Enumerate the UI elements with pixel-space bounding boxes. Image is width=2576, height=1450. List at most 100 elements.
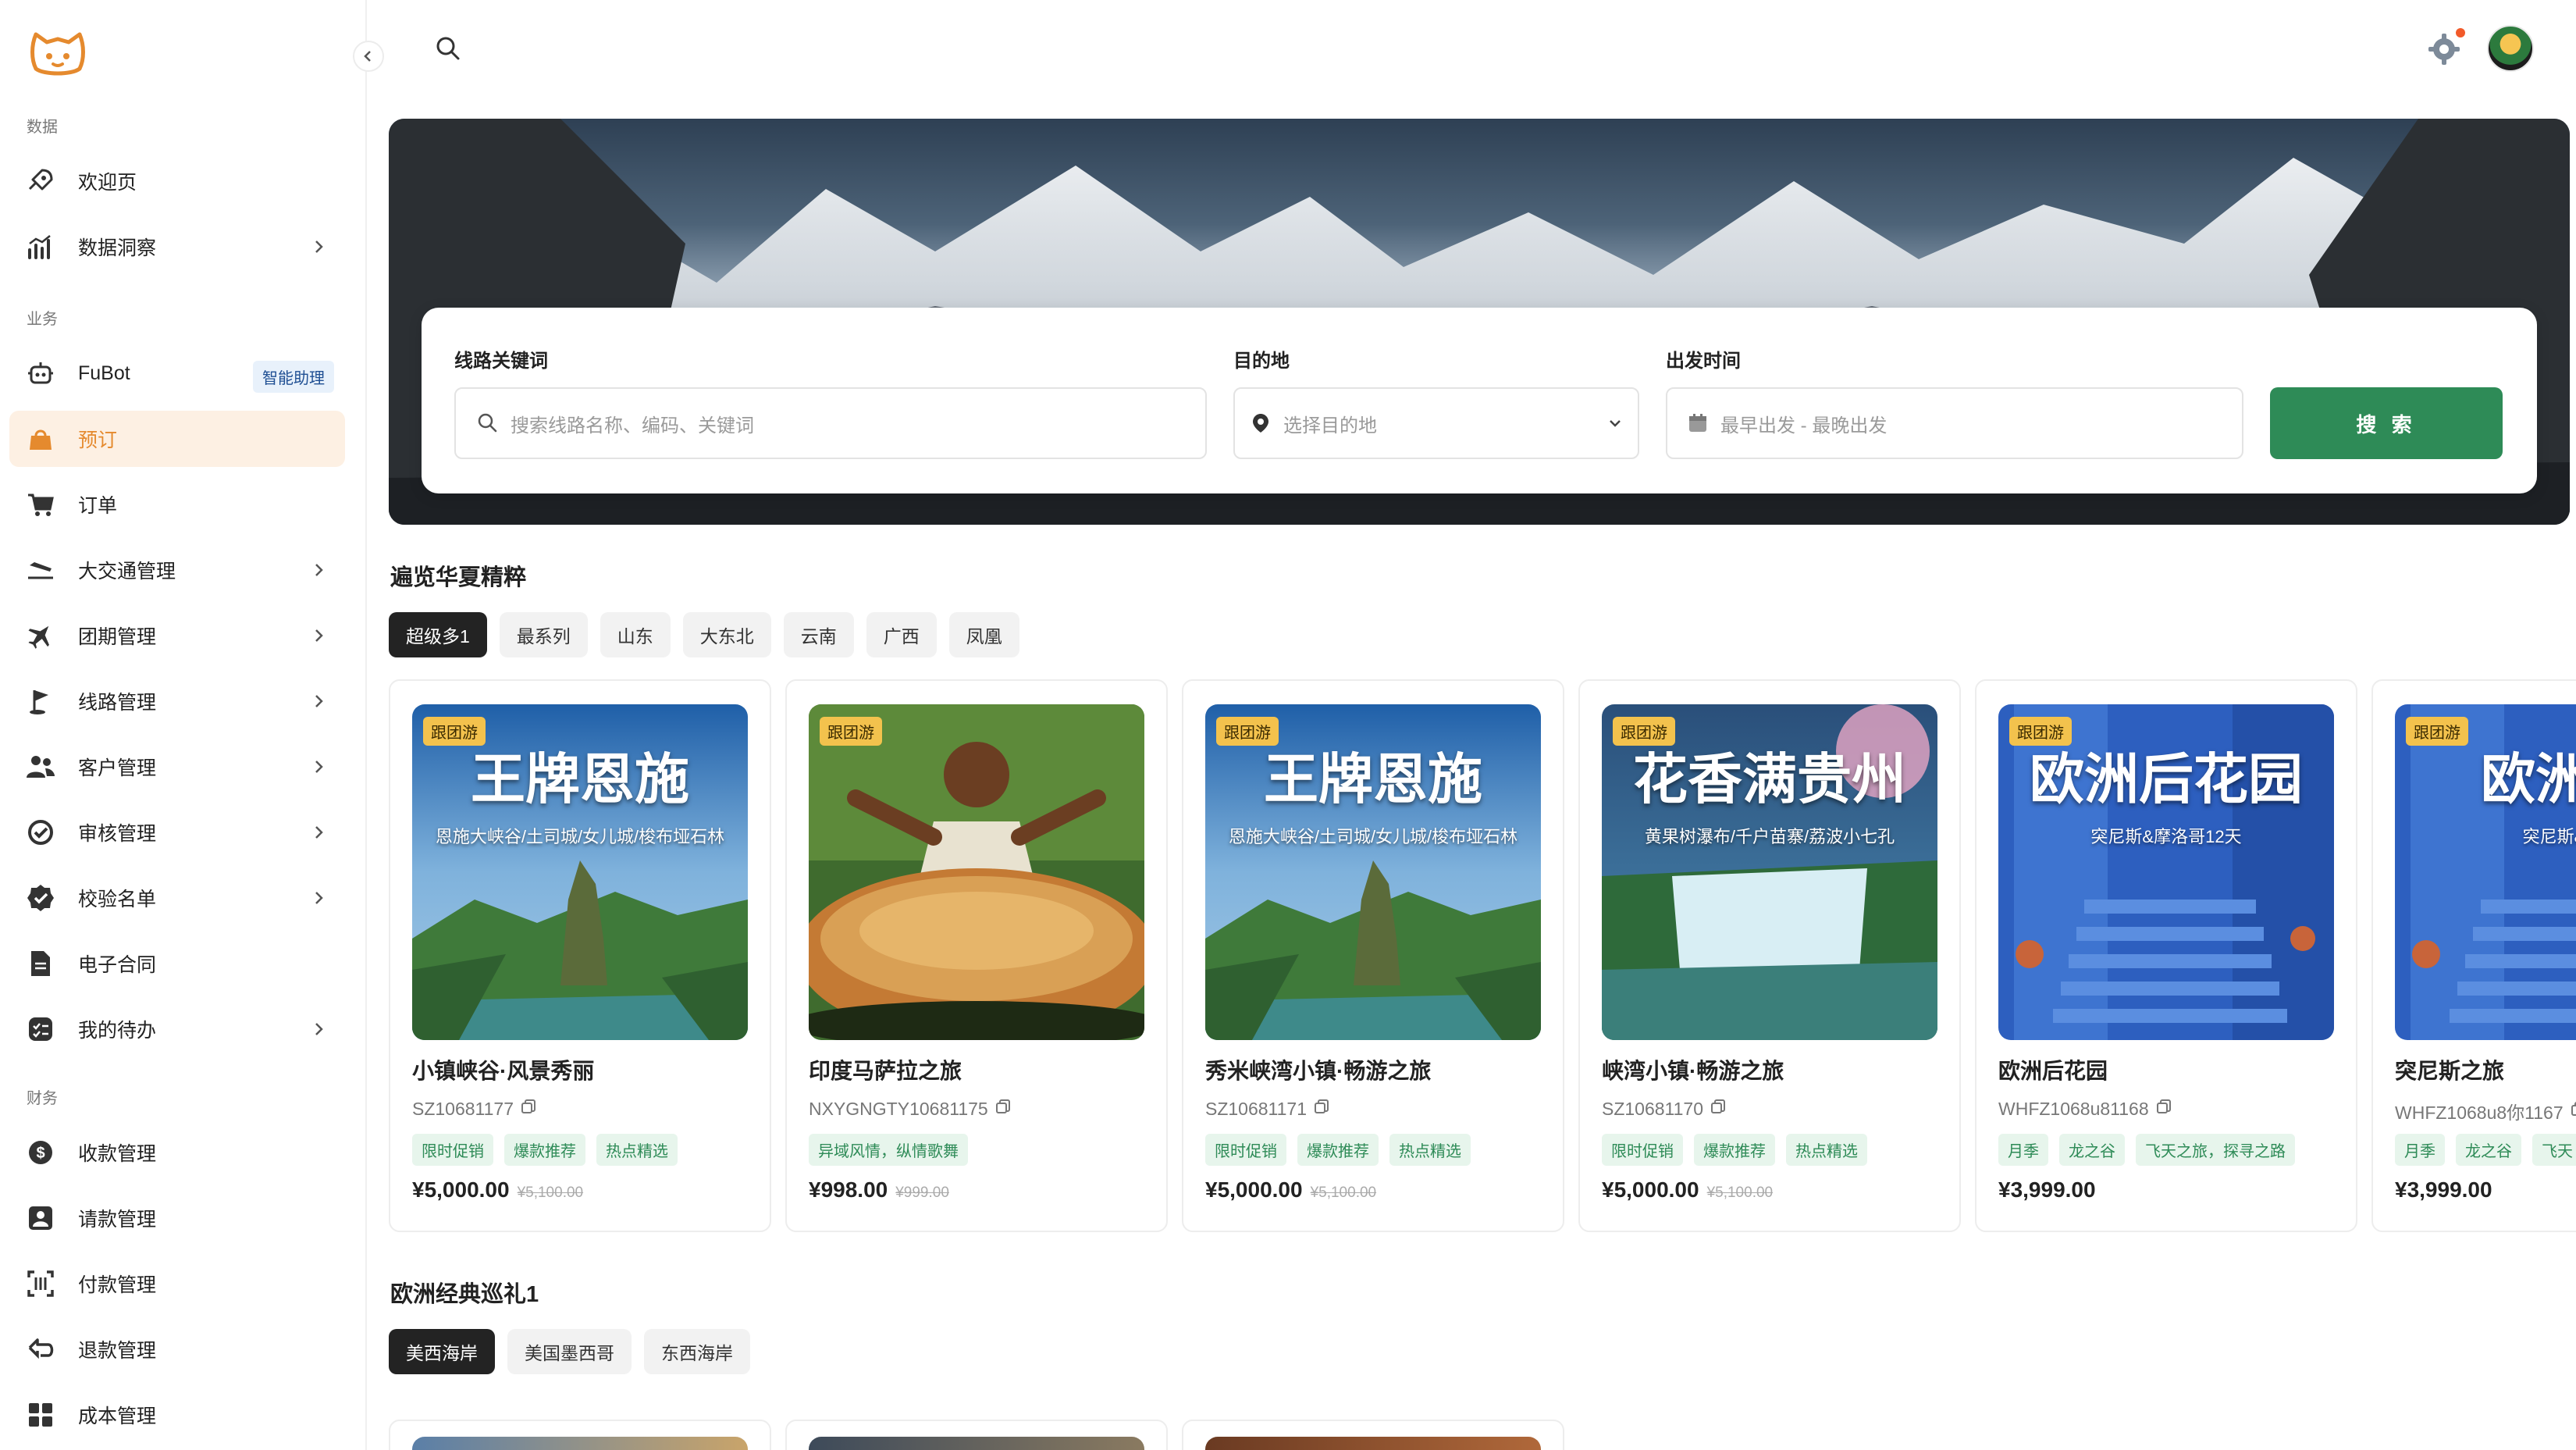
- sidebar-item-label: 退款管理: [78, 1340, 157, 1362]
- chevron-right-icon: [309, 237, 328, 256]
- sidebar-item[interactable]: 团期管理: [9, 607, 345, 664]
- product-card[interactable]: 跟团游 王牌恩施 恩施大峡谷/土司城/女儿城/梭布垭石林 小镇峡谷·风景秀丽 SZ106…: [389, 679, 771, 1232]
- product-card[interactable]: 跟团游 花香满贵州 黄果树瀑布/千户苗寨/荔波小七孔 峡湾小镇·畅游之旅 SZ10681…: [1578, 679, 1961, 1232]
- filter-tab[interactable]: 凤凰: [948, 612, 1019, 657]
- check-badge-icon: [23, 881, 58, 915]
- product-card[interactable]: [1182, 1420, 1564, 1450]
- product-image: 跟团游: [809, 704, 1144, 1040]
- price-row: ¥5,000.00 ¥5,100.00: [412, 1177, 583, 1202]
- keyword-label: 线路关键词: [454, 351, 548, 372]
- price-row: ¥3,999.00: [2395, 1177, 2492, 1202]
- image-subheadline: 黄果树瀑布/千户苗寨/荔波小七孔: [1644, 827, 1895, 846]
- sidebar-item-label: 客户管理: [78, 757, 157, 779]
- chevron-right-icon: [309, 692, 328, 711]
- copy-icon[interactable]: [1313, 1098, 1330, 1120]
- filter-tab[interactable]: 广西: [866, 612, 937, 657]
- current-price: ¥5,000.00: [1205, 1177, 1303, 1202]
- sidebar-item[interactable]: 请款管理: [9, 1190, 345, 1246]
- keyword-input[interactable]: 搜索线路名称、编码、关键词: [454, 387, 1207, 459]
- filter-tab[interactable]: 大东北: [682, 612, 771, 657]
- chevron-right-icon: [309, 626, 328, 645]
- rocket-icon: [23, 164, 58, 198]
- product-image: 跟团游 花香满贵州 黄果树瀑布/千户苗寨/荔波小七孔: [1602, 704, 1937, 1040]
- dollar-icon: $: [23, 1135, 58, 1170]
- price-row: ¥3,999.00: [1998, 1177, 2096, 1202]
- product-name: 突尼斯之旅: [2395, 1059, 2505, 1083]
- product-code: NXYGNGTY10681175: [809, 1098, 988, 1119]
- product-card[interactable]: 跟团游 欧洲后花园 突尼斯&摩洛哥12天 欧洲后花园 WHFZ1068u81168 月季龙…: [1975, 679, 2357, 1232]
- sidebar-item-label: FuBot: [78, 362, 130, 384]
- image-headline: 花香满贵州: [1633, 746, 1906, 811]
- date-range-input[interactable]: 最早出发 - 最晚出发: [1666, 387, 2243, 459]
- copy-icon[interactable]: [2155, 1098, 2172, 1120]
- sidebar-item-label: 欢迎页: [78, 172, 137, 194]
- refund-icon: [23, 1332, 58, 1366]
- flag-icon: [23, 684, 58, 718]
- sidebar-item-label: 请款管理: [78, 1209, 157, 1231]
- product-card[interactable]: [785, 1420, 1168, 1450]
- users-icon: [23, 750, 58, 784]
- product-tag: 热点精选: [596, 1134, 678, 1166]
- product-card[interactable]: [389, 1420, 771, 1450]
- sidebar-item[interactable]: 成本管理: [9, 1387, 345, 1443]
- collapse-sidebar-button[interactable]: [353, 41, 384, 72]
- ai-assistant-badge: 智能助理: [253, 361, 334, 393]
- bag-icon: [23, 422, 58, 456]
- filter-tab[interactable]: 美国墨西哥: [507, 1329, 632, 1374]
- destination-select[interactable]: 选择目的地: [1233, 387, 1639, 459]
- tag-list: 异域风情，纵情歌舞: [809, 1134, 968, 1166]
- sidebar-item[interactable]: 数据洞察: [9, 219, 345, 275]
- product-code: SZ10681177: [412, 1098, 514, 1119]
- sidebar-item[interactable]: 订单: [9, 476, 345, 533]
- sidebar-item[interactable]: 大交通管理: [9, 542, 345, 598]
- sidebar-item-label: 电子合同: [78, 954, 157, 976]
- sidebar-item[interactable]: 电子合同: [9, 935, 345, 992]
- document-icon: [23, 946, 58, 981]
- sidebar-section-label: 数据: [27, 119, 58, 136]
- product-tag: 热点精选: [1389, 1134, 1471, 1166]
- copy-icon[interactable]: [2570, 1100, 2576, 1122]
- image-subheadline: 恩施大峡谷/土司城/女儿城/梭布垭石林: [1228, 827, 1518, 846]
- tag-list: 月季 龙之谷 飞天: [2395, 1134, 2576, 1166]
- filter-tab[interactable]: 美西海岸: [389, 1329, 495, 1374]
- copy-icon[interactable]: [520, 1098, 537, 1120]
- product-card[interactable]: 跟团游欧洲后突尼斯&摩突尼斯之旅WHFZ1068u8你1167月季龙之谷飞天¥3…: [2371, 679, 2576, 1232]
- product-code: SZ10681170: [1602, 1098, 1704, 1119]
- copy-icon[interactable]: [1710, 1098, 1727, 1120]
- image-headline: 欧洲后花园: [2030, 746, 2303, 811]
- app-logo-icon[interactable]: [28, 28, 87, 77]
- sidebar-item[interactable]: 线路管理: [9, 673, 345, 729]
- sidebar-item-label: 校验名单: [78, 889, 157, 910]
- notification-dot: [2456, 28, 2465, 37]
- copy-icon[interactable]: [994, 1098, 1012, 1120]
- sidebar-item[interactable]: 客户管理: [9, 739, 345, 795]
- sidebar-item[interactable]: 欢迎页: [9, 153, 345, 209]
- sidebar-item[interactable]: 我的待办: [9, 1001, 345, 1057]
- avatar[interactable]: [2487, 25, 2534, 72]
- product-name: 小镇峡谷·风景秀丽: [412, 1059, 595, 1083]
- search-icon[interactable]: [434, 34, 462, 62]
- sidebar-item[interactable]: FuBot 智能助理: [9, 345, 345, 401]
- filter-tab[interactable]: 山东: [600, 612, 671, 657]
- current-price: ¥5,000.00: [412, 1177, 510, 1202]
- filter-tab[interactable]: 超级多1: [389, 612, 487, 657]
- product-card[interactable]: 跟团游 印度马萨拉之旅 NXYGNGTY10681175 异域风情，纵情歌舞 ¥998.…: [785, 679, 1168, 1232]
- search-button[interactable]: 搜 索: [2270, 387, 2503, 459]
- price-row: ¥5,000.00 ¥5,100.00: [1602, 1177, 1773, 1202]
- date-label: 出发时间: [1666, 351, 1741, 372]
- sidebar-item[interactable]: 预订: [9, 411, 345, 467]
- sidebar-item[interactable]: 校验名单: [9, 870, 345, 926]
- gear-icon[interactable]: [2426, 31, 2462, 67]
- filter-tab[interactable]: 东西海岸: [644, 1329, 750, 1374]
- chevron-down-icon: [1610, 420, 1621, 427]
- sidebar-item[interactable]: 退款管理: [9, 1321, 345, 1377]
- filter-tab[interactable]: 云南: [783, 612, 854, 657]
- sidebar-item[interactable]: 付款管理: [9, 1256, 345, 1312]
- sidebar-item-label: 收款管理: [78, 1143, 157, 1165]
- product-card[interactable]: 跟团游 王牌恩施 恩施大峡谷/土司城/女儿城/梭布垭石林 秀米峡湾小镇·畅游之旅 SZ1…: [1182, 679, 1564, 1232]
- sidebar-item[interactable]: $ 收款管理: [9, 1124, 345, 1181]
- filter-tab[interactable]: 最系列: [499, 612, 588, 657]
- section2-tabs: 美西海岸 美国墨西哥 东西海岸: [389, 1329, 750, 1374]
- sidebar-item[interactable]: 审核管理: [9, 804, 345, 860]
- image-subheadline: 突尼斯&摩洛哥12天: [2090, 827, 2242, 846]
